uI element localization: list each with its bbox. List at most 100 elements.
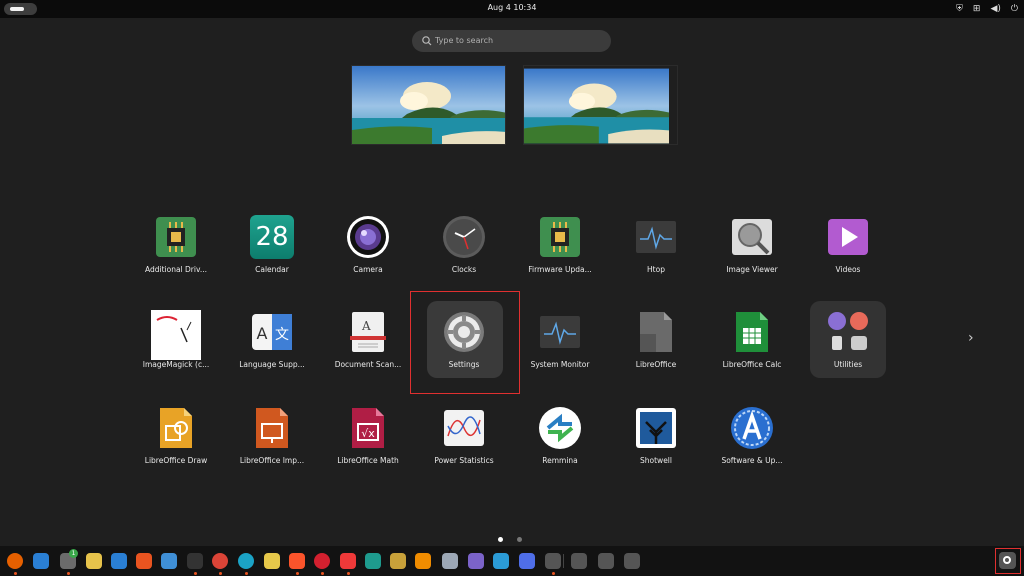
running-indicator <box>245 572 248 575</box>
formula-icon: √x <box>352 408 384 448</box>
app-libreoffice-draw[interactable]: LibreOffice Draw <box>121 402 231 492</box>
dock-thunderbird-icon[interactable] <box>33 553 49 569</box>
app-label: Settings <box>448 360 480 369</box>
running-indicator <box>347 572 350 575</box>
calendar-icon: 28 <box>250 215 294 259</box>
app-image-viewer[interactable]: Image Viewer <box>697 211 807 301</box>
app-label: Utilities <box>833 360 863 369</box>
dock-screenshot-icon[interactable] <box>519 553 535 569</box>
shield-icon[interactable]: ⛨ <box>956 2 963 16</box>
app-language-support[interactable]: A文 Language Supp... <box>217 306 327 396</box>
app-overview: Type to search Additional Driv... 28 Cal… <box>0 18 1024 546</box>
libreoffice-icon <box>640 312 672 352</box>
dock-disks-icon[interactable] <box>442 553 458 569</box>
page-indicator[interactable] <box>498 537 522 542</box>
app-power-statistics[interactable]: Power Statistics <box>409 402 519 492</box>
language-icon: A文 <box>252 314 292 350</box>
page-dot-2[interactable] <box>517 537 522 542</box>
show-apps-icon <box>999 552 1016 569</box>
dock-xed-icon[interactable] <box>365 553 381 569</box>
folder-grid-icon <box>828 312 868 350</box>
dock-firefox-icon[interactable] <box>7 553 23 575</box>
chip-icon <box>156 217 196 257</box>
system-tray[interactable]: ⛨ ⊞ ◀) ⏻ <box>956 2 1018 16</box>
dock-brave-icon[interactable] <box>289 553 305 575</box>
app-document-scanner[interactable]: A Document Scan... <box>313 306 423 396</box>
app-label: Calendar <box>255 265 289 274</box>
page-dot-1[interactable] <box>498 537 503 542</box>
app-firmware-updater[interactable]: Firmware Upda... <box>505 211 615 301</box>
app-label: Language Supp... <box>239 360 305 369</box>
dock-edge-icon[interactable] <box>238 553 254 575</box>
app-label: LibreOffice Draw <box>144 456 208 465</box>
svg-text:A: A <box>257 324 268 343</box>
dock-trash-icon[interactable] <box>624 553 640 569</box>
app-shotwell[interactable]: Shotwell <box>601 402 711 492</box>
app-videos[interactable]: Videos <box>793 211 903 301</box>
svg-text:A: A <box>361 319 371 333</box>
app-label: Power Statistics <box>434 456 494 465</box>
app-remmina[interactable]: Remmina <box>505 402 615 492</box>
app-imagemagick[interactable]: ImageMagick (c... <box>121 306 231 396</box>
svg-text:文: 文 <box>275 327 289 343</box>
dock-disk-icon[interactable] <box>598 553 614 569</box>
clock[interactable]: Aug 4 10:34 <box>0 3 1024 12</box>
app-software-updates[interactable]: Software & Up... <box>697 402 807 492</box>
show-apps-button[interactable] <box>995 548 1021 574</box>
app-libreoffice[interactable]: LibreOffice <box>601 306 711 396</box>
volume-icon[interactable]: ◀) <box>990 2 1000 16</box>
dock-rhythmbox-icon[interactable] <box>86 553 102 569</box>
app-label: Additional Driv... <box>145 265 207 274</box>
dock-files-icon[interactable]: 1 <box>60 549 78 575</box>
dock-archive-icon[interactable] <box>390 553 406 569</box>
app-libreoffice-impress[interactable]: LibreOffice Imp... <box>217 402 327 492</box>
app-label: Videos <box>835 265 861 274</box>
dock-satellite-icon[interactable] <box>545 553 561 575</box>
running-indicator <box>14 572 17 575</box>
app-label: Shotwell <box>640 456 672 465</box>
app-libreoffice-math[interactable]: √x LibreOffice Math <box>313 402 423 492</box>
next-page-arrow-icon[interactable]: › <box>968 330 974 346</box>
dock-separator <box>563 554 564 568</box>
app-settings[interactable]: Settings <box>409 306 519 396</box>
dock-vlc-icon[interactable] <box>415 553 431 569</box>
app-label: Remmina <box>542 456 578 465</box>
app-calendar[interactable]: 28 Calendar <box>217 211 327 301</box>
app-htop[interactable]: Htop <box>601 211 711 301</box>
clock-icon <box>443 216 485 258</box>
app-label: LibreOffice Imp... <box>239 456 305 465</box>
dock: 1 <box>0 546 1024 576</box>
dock-fractal-icon[interactable] <box>468 553 484 569</box>
draw-icon <box>160 408 192 448</box>
dock-remmina-icon[interactable] <box>493 553 509 569</box>
app-camera[interactable]: Camera <box>313 211 423 301</box>
app-additional-drivers[interactable]: Additional Driv... <box>121 211 231 301</box>
dock-vivaldi-icon[interactable] <box>340 553 356 575</box>
remmina-icon <box>539 407 581 449</box>
app-clocks[interactable]: Clocks <box>409 211 519 301</box>
power-graph-icon <box>444 410 484 446</box>
play-icon <box>828 219 868 255</box>
dock-terminal-icon[interactable] <box>187 553 203 575</box>
dock-chrome-icon[interactable] <box>212 553 228 575</box>
running-indicator <box>552 572 555 575</box>
dock-text-editor-icon[interactable] <box>264 553 280 569</box>
photo-tree-icon <box>636 408 676 448</box>
network-icon[interactable]: ⊞ <box>973 2 981 16</box>
dock-libreoffice-writer-icon[interactable] <box>111 553 127 569</box>
running-indicator <box>194 572 197 575</box>
app-label: ImageMagick (c... <box>142 360 210 369</box>
app-utilities-folder[interactable]: Utilities <box>793 306 903 396</box>
app-label: LibreOffice Calc <box>722 360 782 369</box>
app-label: LibreOffice <box>635 360 677 369</box>
magnifier-image-icon <box>732 219 772 255</box>
app-system-monitor[interactable]: System Monitor <box>505 306 615 396</box>
scanner-icon: A <box>350 312 386 352</box>
app-libreoffice-calc[interactable]: LibreOffice Calc <box>697 306 807 396</box>
dock-usb-drive-icon[interactable] <box>571 553 587 569</box>
dock-app-center-icon[interactable] <box>136 553 152 569</box>
dock-opera-icon[interactable] <box>314 553 330 575</box>
dock-help-icon[interactable] <box>161 553 177 569</box>
power-icon[interactable]: ⏻ <box>1011 2 1018 16</box>
running-indicator <box>321 572 324 575</box>
